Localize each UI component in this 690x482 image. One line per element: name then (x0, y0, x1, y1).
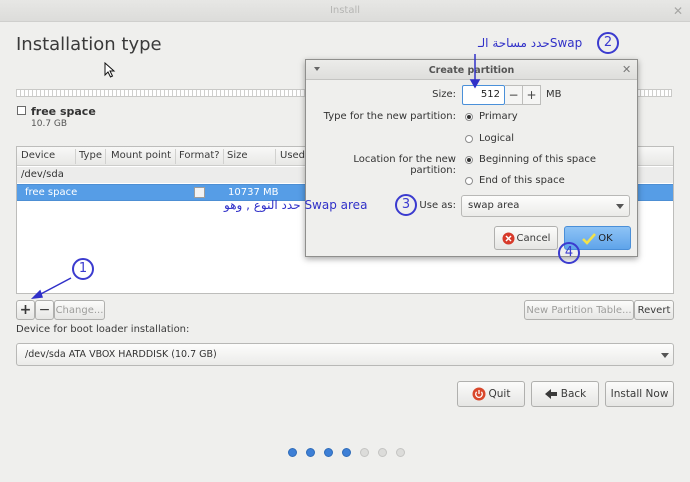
annotation-badge-3: 3 (395, 194, 417, 216)
annotation-badge-1: 1 (72, 258, 94, 280)
annotation-note-3: حدد النوع , وهو Swap area (224, 198, 368, 212)
annotation-badge-2: 2 (597, 32, 619, 54)
annotation-badge-4: 4 (558, 242, 580, 264)
annotation-note-2: حدد مساحة الـSwap (478, 36, 583, 50)
annotation-arrows (30, 54, 481, 299)
